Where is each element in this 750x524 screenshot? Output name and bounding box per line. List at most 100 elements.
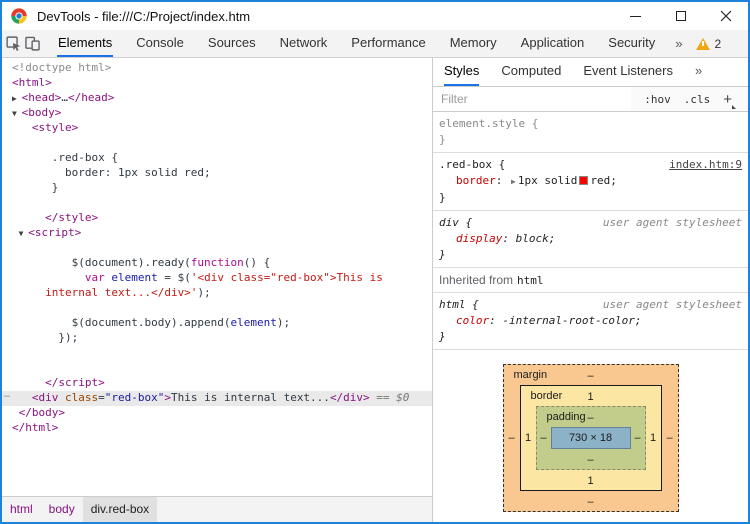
breadcrumb-body[interactable]: body — [41, 497, 83, 522]
property-value-color[interactable]: red; — [590, 174, 617, 187]
breadcrumb-div-red-box[interactable]: div.red-box — [82, 497, 158, 522]
warnings-button[interactable]: 2 — [696, 37, 721, 51]
styles-tab-event-listeners[interactable]: Event Listeners — [583, 58, 673, 86]
dom-tree-line[interactable] — [2, 346, 432, 361]
inspect-element-button[interactable] — [6, 30, 21, 57]
dom-tree-line[interactable]: <html> — [2, 76, 432, 91]
toggle-element-classes-button[interactable]: .cls — [684, 93, 711, 106]
property-name[interactable]: display — [456, 232, 502, 245]
rule-div-ua[interactable]: div { user agent stylesheet display: blo… — [433, 211, 748, 268]
dom-tree-line[interactable]: var element = $('<div class="red-box">Th… — [2, 271, 432, 286]
box-model-section: margin – – border 1 1 padding – – 730 × … — [433, 350, 748, 522]
dom-tree-line[interactable]: .red-box { — [2, 151, 432, 166]
rule-selector[interactable]: .red-box { — [439, 157, 505, 173]
border-bottom-value[interactable]: 1 — [587, 475, 593, 487]
tab-performance[interactable]: Performance — [350, 30, 426, 57]
padding-right-value[interactable]: – — [631, 432, 645, 444]
dom-tree-line[interactable]: $(document.body).append(element); — [2, 316, 432, 331]
margin-top-value[interactable]: – — [587, 370, 593, 382]
css-property-display[interactable]: display: block; — [439, 231, 742, 247]
more-tabs-button[interactable]: » — [675, 36, 682, 51]
tab-network[interactable]: Network — [279, 30, 329, 57]
box-model-border[interactable]: border 1 1 padding – – 730 × 18 – – 1 1 — [519, 385, 662, 491]
rule-close-brace: } — [439, 330, 446, 343]
stylesheet-source-link[interactable]: index.htm:9 — [669, 157, 742, 173]
dom-node-selected[interactable]: … <div class="red-box">This is internal … — [2, 389, 432, 406]
border-right-value[interactable]: 1 — [646, 432, 661, 444]
new-style-rule-button[interactable]: + — [723, 91, 736, 108]
dom-tree-line[interactable]: ▼ <body> — [2, 106, 432, 121]
dom-tree-line[interactable]: internal text...</div>'); — [2, 286, 432, 301]
box-model-margin[interactable]: margin – – border 1 1 padding – – 730 × … — [502, 364, 679, 512]
padding-top-value[interactable]: – — [587, 412, 593, 424]
tree-expand-icon[interactable]: ▼ — [19, 229, 29, 238]
dom-tree-line[interactable]: </body> — [2, 406, 432, 421]
dom-tree-line[interactable]: ▶ <head>…</head> — [2, 91, 432, 106]
node-options-icon[interactable]: … — [4, 389, 10, 400]
styles-more-tabs-button[interactable]: » — [695, 58, 702, 86]
rule-selector[interactable]: div { — [439, 215, 472, 231]
margin-left-value[interactable]: – — [504, 432, 520, 444]
border-left-value[interactable]: 1 — [521, 432, 536, 444]
margin-right-value[interactable]: – — [662, 432, 678, 444]
padding-left-value[interactable]: – — [537, 432, 551, 444]
box-model-content[interactable]: 730 × 18 — [550, 427, 631, 449]
border-top-value[interactable]: 1 — [587, 391, 593, 403]
property-name[interactable]: border — [456, 174, 496, 187]
tab-security[interactable]: Security — [607, 30, 656, 57]
close-button[interactable] — [703, 2, 748, 30]
property-value[interactable]: block; — [516, 232, 556, 245]
breadcrumb-html[interactable]: html — [2, 497, 41, 522]
toggle-device-toolbar-button[interactable] — [25, 30, 40, 57]
dom-tree-line[interactable]: ▼ <script> — [2, 226, 432, 241]
tab-console[interactable]: Console — [135, 30, 185, 57]
dom-tree-line[interactable]: </script> — [2, 376, 432, 391]
dom-tree-line[interactable]: </html> — [2, 421, 432, 436]
minimize-button[interactable] — [613, 2, 658, 30]
property-value[interactable]: 1px solid — [518, 174, 578, 187]
rule-html-ua[interactable]: html { user agent stylesheet color: -int… — [433, 293, 748, 350]
dom-tree-line[interactable] — [2, 241, 432, 256]
expand-shorthand-icon[interactable]: ▶ — [511, 177, 516, 186]
styles-tab-styles[interactable]: Styles — [444, 58, 480, 86]
dom-tree-line[interactable]: <style> — [2, 121, 432, 136]
toggle-pseudo-classes-button[interactable]: :hov — [644, 93, 671, 106]
property-name[interactable]: color — [456, 314, 489, 327]
border-color-swatch[interactable] — [579, 176, 589, 185]
rule-origin: user agent stylesheet — [602, 298, 742, 311]
styles-tab-computed[interactable]: Computed — [501, 58, 561, 86]
dom-tree-line[interactable] — [2, 136, 432, 151]
dom-tree-line[interactable]: $(document).ready(function() { — [2, 256, 432, 271]
property-value[interactable]: -internal-root-color; — [502, 314, 641, 327]
inherited-target-link[interactable]: html — [517, 274, 544, 287]
tab-elements[interactable]: Elements — [57, 30, 114, 57]
css-property-color[interactable]: color: -internal-root-color; — [439, 313, 742, 329]
dom-tree-line[interactable] — [2, 361, 432, 376]
styles-filter-input[interactable] — [433, 87, 632, 111]
tree-expand-icon[interactable]: ▼ — [12, 109, 22, 118]
rule-selector[interactable]: element.style { — [439, 116, 742, 132]
dom-tree-line[interactable]: border: 1px solid red; — [2, 166, 432, 181]
rule-selector[interactable]: html { — [439, 297, 479, 313]
tree-expand-icon[interactable]: ▶ — [12, 94, 22, 103]
padding-bottom-value[interactable]: – — [587, 454, 593, 466]
dom-tree-line[interactable] — [2, 196, 432, 211]
maximize-button[interactable] — [658, 2, 703, 30]
css-property-border[interactable]: border: ▶ 1px solid red; — [439, 173, 742, 190]
tab-memory[interactable]: Memory — [449, 30, 498, 57]
dom-tree-line[interactable] — [2, 301, 432, 316]
dom-tree-line[interactable]: } — [2, 181, 432, 196]
tab-sources[interactable]: Sources — [207, 30, 257, 57]
margin-bottom-value[interactable]: – — [587, 496, 593, 508]
code-segment: <script> — [28, 226, 82, 239]
dom-tree-line[interactable]: </style> — [2, 211, 432, 226]
rule-element-style[interactable]: element.style { } — [433, 112, 748, 153]
rule-red-box[interactable]: .red-box { index.htm:9 border: ▶ 1px soli… — [433, 153, 748, 211]
title-bar: DevTools - file:///C:/Project/index.htm — [2, 2, 748, 30]
main-menu-button[interactable]: ⋮ — [743, 35, 748, 53]
box-model-padding[interactable]: padding – – 730 × 18 – – — [535, 406, 646, 470]
tab-application[interactable]: Application — [520, 30, 586, 57]
dom-tree-line[interactable]: <!doctype html> — [2, 61, 432, 76]
dom-tree-line[interactable]: }); — [2, 331, 432, 346]
